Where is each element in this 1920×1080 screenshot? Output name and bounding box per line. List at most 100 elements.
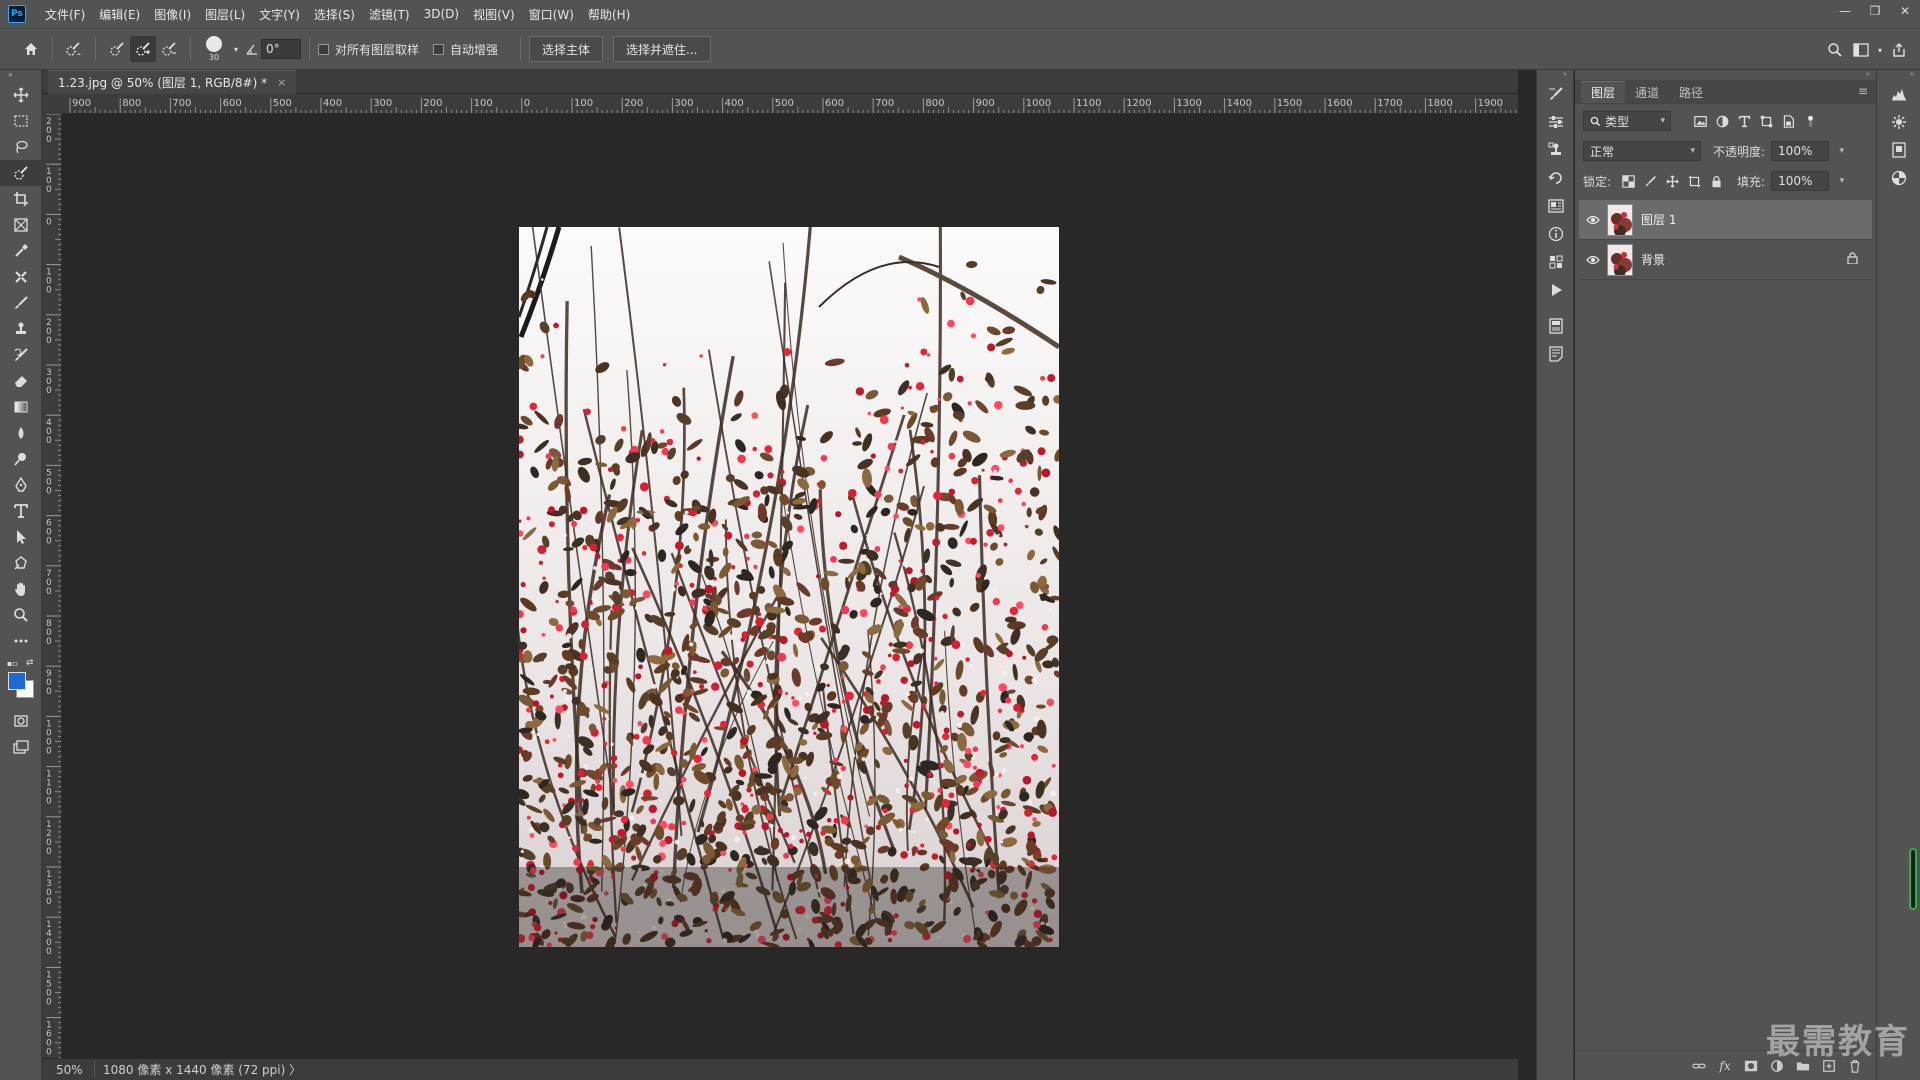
maximize-button[interactable]: ❐ — [1860, 0, 1890, 22]
status-arrow-icon[interactable]: 〉 — [289, 1063, 301, 1077]
document-tab[interactable]: 1.23.jpg @ 50% (图层 1, RGB/8#) * × — [48, 70, 297, 94]
brush-settings-icon[interactable] — [1537, 80, 1575, 108]
dodge-tool-icon[interactable] — [0, 446, 42, 472]
menu-help[interactable]: 帮助(H) — [581, 0, 637, 28]
layer-name[interactable]: 背景 — [1641, 251, 1665, 268]
menu-select[interactable]: 选择(S) — [307, 0, 362, 28]
color-icon[interactable] — [1877, 164, 1920, 192]
lock-position-icon[interactable] — [1661, 171, 1683, 191]
opacity-field[interactable]: 100% ▾ — [1771, 141, 1844, 161]
canvas-area[interactable] — [62, 114, 1518, 1058]
close-button[interactable]: ✕ — [1890, 0, 1920, 22]
type-tool-icon[interactable] — [0, 498, 42, 524]
pixel-filter-icon[interactable] — [1689, 111, 1711, 131]
adjustment-filter-icon[interactable] — [1711, 111, 1733, 131]
notes-icon[interactable] — [1537, 340, 1575, 368]
new-selection-icon[interactable] — [104, 36, 130, 62]
chevron-down-icon[interactable]: ▾ — [229, 36, 243, 62]
navigator-icon[interactable] — [1877, 108, 1920, 136]
scroll-indicator[interactable] — [1909, 848, 1917, 910]
ruler-origin[interactable] — [42, 94, 62, 114]
tab-paths[interactable]: 路径 — [1669, 81, 1713, 103]
home-icon[interactable] — [18, 36, 44, 62]
quick-selection-tool-icon[interactable] — [0, 160, 42, 186]
lock-artboard-icon[interactable] — [1683, 171, 1705, 191]
layer-row-layer1[interactable]: 图层 1 — [1579, 200, 1872, 240]
eraser-tool-icon[interactable] — [0, 368, 42, 394]
path-selection-tool-icon[interactable] — [0, 524, 42, 550]
add-to-selection-icon[interactable] — [130, 36, 156, 62]
horizontal-ruler[interactable]: 900 800 700 600 500 400 300 200 100 0 100 200 300 400… — [62, 94, 1518, 114]
panel-menu-icon[interactable]: ≡ — [1858, 84, 1868, 98]
chevron-down-icon[interactable]: ▾ — [1840, 176, 1845, 186]
select-subject-button[interactable]: 选择主体 — [529, 36, 604, 62]
brush-size-picker[interactable]: 30 — [199, 34, 229, 64]
lock-image-pixels-icon[interactable] — [1639, 171, 1661, 191]
layer-comps-icon[interactable] — [1537, 312, 1575, 340]
menu-view[interactable]: 视图(V) — [466, 0, 522, 28]
menu-edit[interactable]: 编辑(E) — [92, 0, 147, 28]
clone-source-icon[interactable] — [1537, 136, 1575, 164]
libraries-icon[interactable] — [1877, 136, 1920, 164]
minimize-button[interactable]: — — [1830, 0, 1860, 22]
actions-play-icon[interactable] — [1537, 276, 1575, 304]
visibility-eye-icon[interactable] — [1579, 255, 1607, 265]
properties-icon[interactable] — [1537, 192, 1575, 220]
frame-tool-icon[interactable] — [0, 212, 42, 238]
zoom-level[interactable]: 50% — [42, 1063, 83, 1077]
filter-kind-dropdown[interactable]: 类型 ▾ — [1583, 111, 1671, 131]
blur-tool-icon[interactable] — [0, 420, 42, 446]
filter-toggle-icon[interactable] — [1799, 111, 1821, 131]
layer-lock-icon[interactable] — [1847, 252, 1858, 267]
history-icon[interactable] — [1537, 164, 1575, 192]
collapse-secondary-dock-icon[interactable]: « — [1877, 70, 1920, 80]
share-icon[interactable] — [1886, 37, 1912, 63]
menu-3d[interactable]: 3D(D) — [417, 0, 466, 28]
stamp-tool-icon[interactable] — [0, 316, 42, 342]
checkbox-box[interactable] — [318, 43, 329, 55]
adjustments-icon[interactable] — [1537, 108, 1575, 136]
angle-input[interactable] — [261, 39, 301, 59]
chevron-down-icon[interactable]: ▾ — [1840, 146, 1845, 156]
layer-name[interactable]: 图层 1 — [1641, 211, 1676, 228]
histogram-icon[interactable] — [1877, 80, 1920, 108]
blend-mode-dropdown[interactable]: 正常 ▾ — [1583, 141, 1701, 161]
menu-image[interactable]: 图像(I) — [147, 0, 198, 28]
menu-type[interactable]: 文字(Y) — [252, 0, 307, 28]
healing-tool-icon[interactable] — [0, 264, 42, 290]
tool-preset-icon[interactable] — [61, 36, 87, 62]
workspace-icon[interactable] — [1848, 37, 1874, 63]
gradient-tool-icon[interactable] — [0, 394, 42, 420]
move-tool-icon[interactable] — [0, 82, 42, 108]
collapse-dock-icon[interactable]: « — [1537, 70, 1573, 80]
menu-window[interactable]: 窗口(W) — [522, 0, 581, 28]
shape-filter-icon[interactable] — [1755, 111, 1777, 131]
auto-enhance-checkbox[interactable]: 自动增强 — [433, 41, 498, 58]
menu-layer[interactable]: 图层(L) — [198, 0, 252, 28]
info-icon[interactable] — [1537, 220, 1575, 248]
collapse-panel-icon[interactable]: » — [1575, 70, 1876, 80]
checkbox-box[interactable] — [433, 43, 445, 55]
hand-tool-icon[interactable] — [0, 576, 42, 602]
lock-all-icon[interactable] — [1705, 171, 1727, 191]
document-image[interactable] — [519, 227, 1059, 947]
pen-tool-icon[interactable] — [0, 472, 42, 498]
quick-mask-icon[interactable] — [0, 708, 42, 734]
crop-tool-icon[interactable] — [0, 186, 42, 212]
shape-tool-icon[interactable] — [0, 550, 42, 576]
close-tab-icon[interactable]: × — [277, 76, 286, 89]
fill-field[interactable]: 100% ▾ — [1771, 171, 1844, 191]
swatches-icon[interactable] — [1537, 248, 1575, 276]
vertical-ruler[interactable]: 2001000100200300400500600700800900100011… — [42, 114, 62, 1058]
menu-file[interactable]: 文件(F) — [38, 0, 92, 28]
zoom-tool-icon[interactable] — [0, 602, 42, 628]
lock-transparent-pixels-icon[interactable] — [1617, 171, 1639, 191]
tab-channels[interactable]: 通道 — [1625, 81, 1669, 103]
collapse-toolbar-icon[interactable]: » — [0, 70, 41, 82]
lasso-tool-icon[interactable] — [0, 134, 42, 160]
history-brush-tool-icon[interactable] — [0, 342, 42, 368]
swap-colors-icon[interactable]: ⇄ — [26, 658, 34, 668]
tab-layers[interactable]: 图层 — [1581, 81, 1626, 103]
menu-filter[interactable]: 滤镜(T) — [362, 0, 417, 28]
sample-all-layers-checkbox[interactable]: 对所有图层取样 — [318, 41, 419, 58]
